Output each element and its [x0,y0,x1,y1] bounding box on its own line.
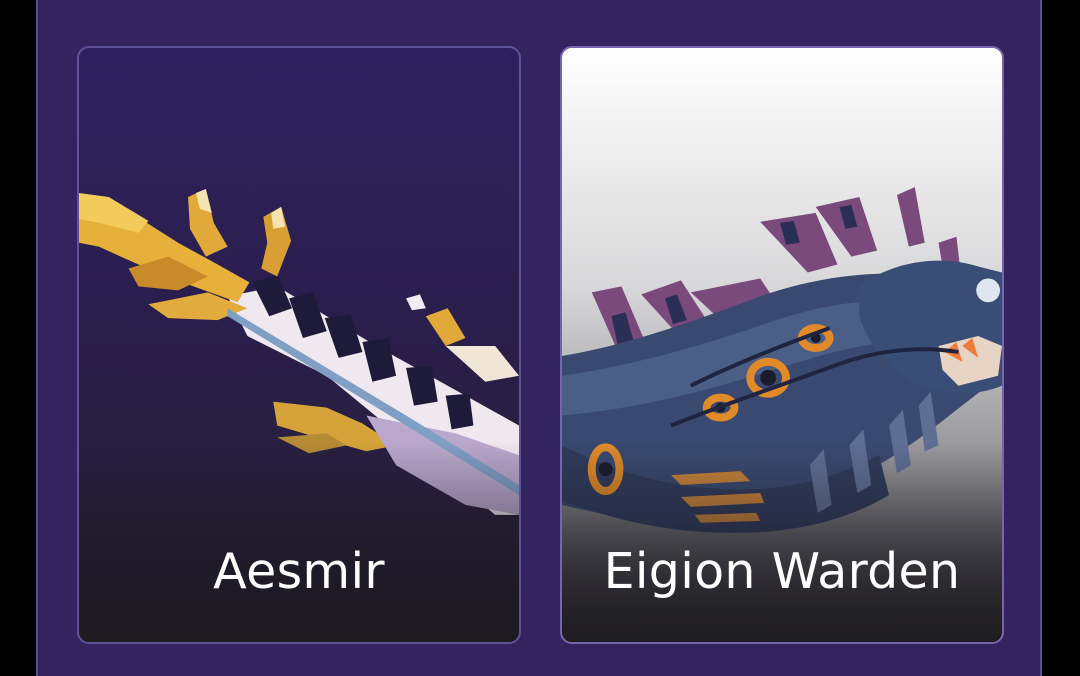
creature-selection-panel: Aesmir Eigion Warden [36,0,1042,676]
card-label-fade [562,442,1002,642]
creature-name-label: Eigion Warden [603,543,961,600]
creature-card-eigion-warden[interactable]: Eigion Warden [560,46,1004,644]
creature-card-aesmir[interactable]: Aesmir [77,46,521,644]
card-label-fade [79,442,519,642]
creature-name-label: Aesmir [213,543,385,600]
